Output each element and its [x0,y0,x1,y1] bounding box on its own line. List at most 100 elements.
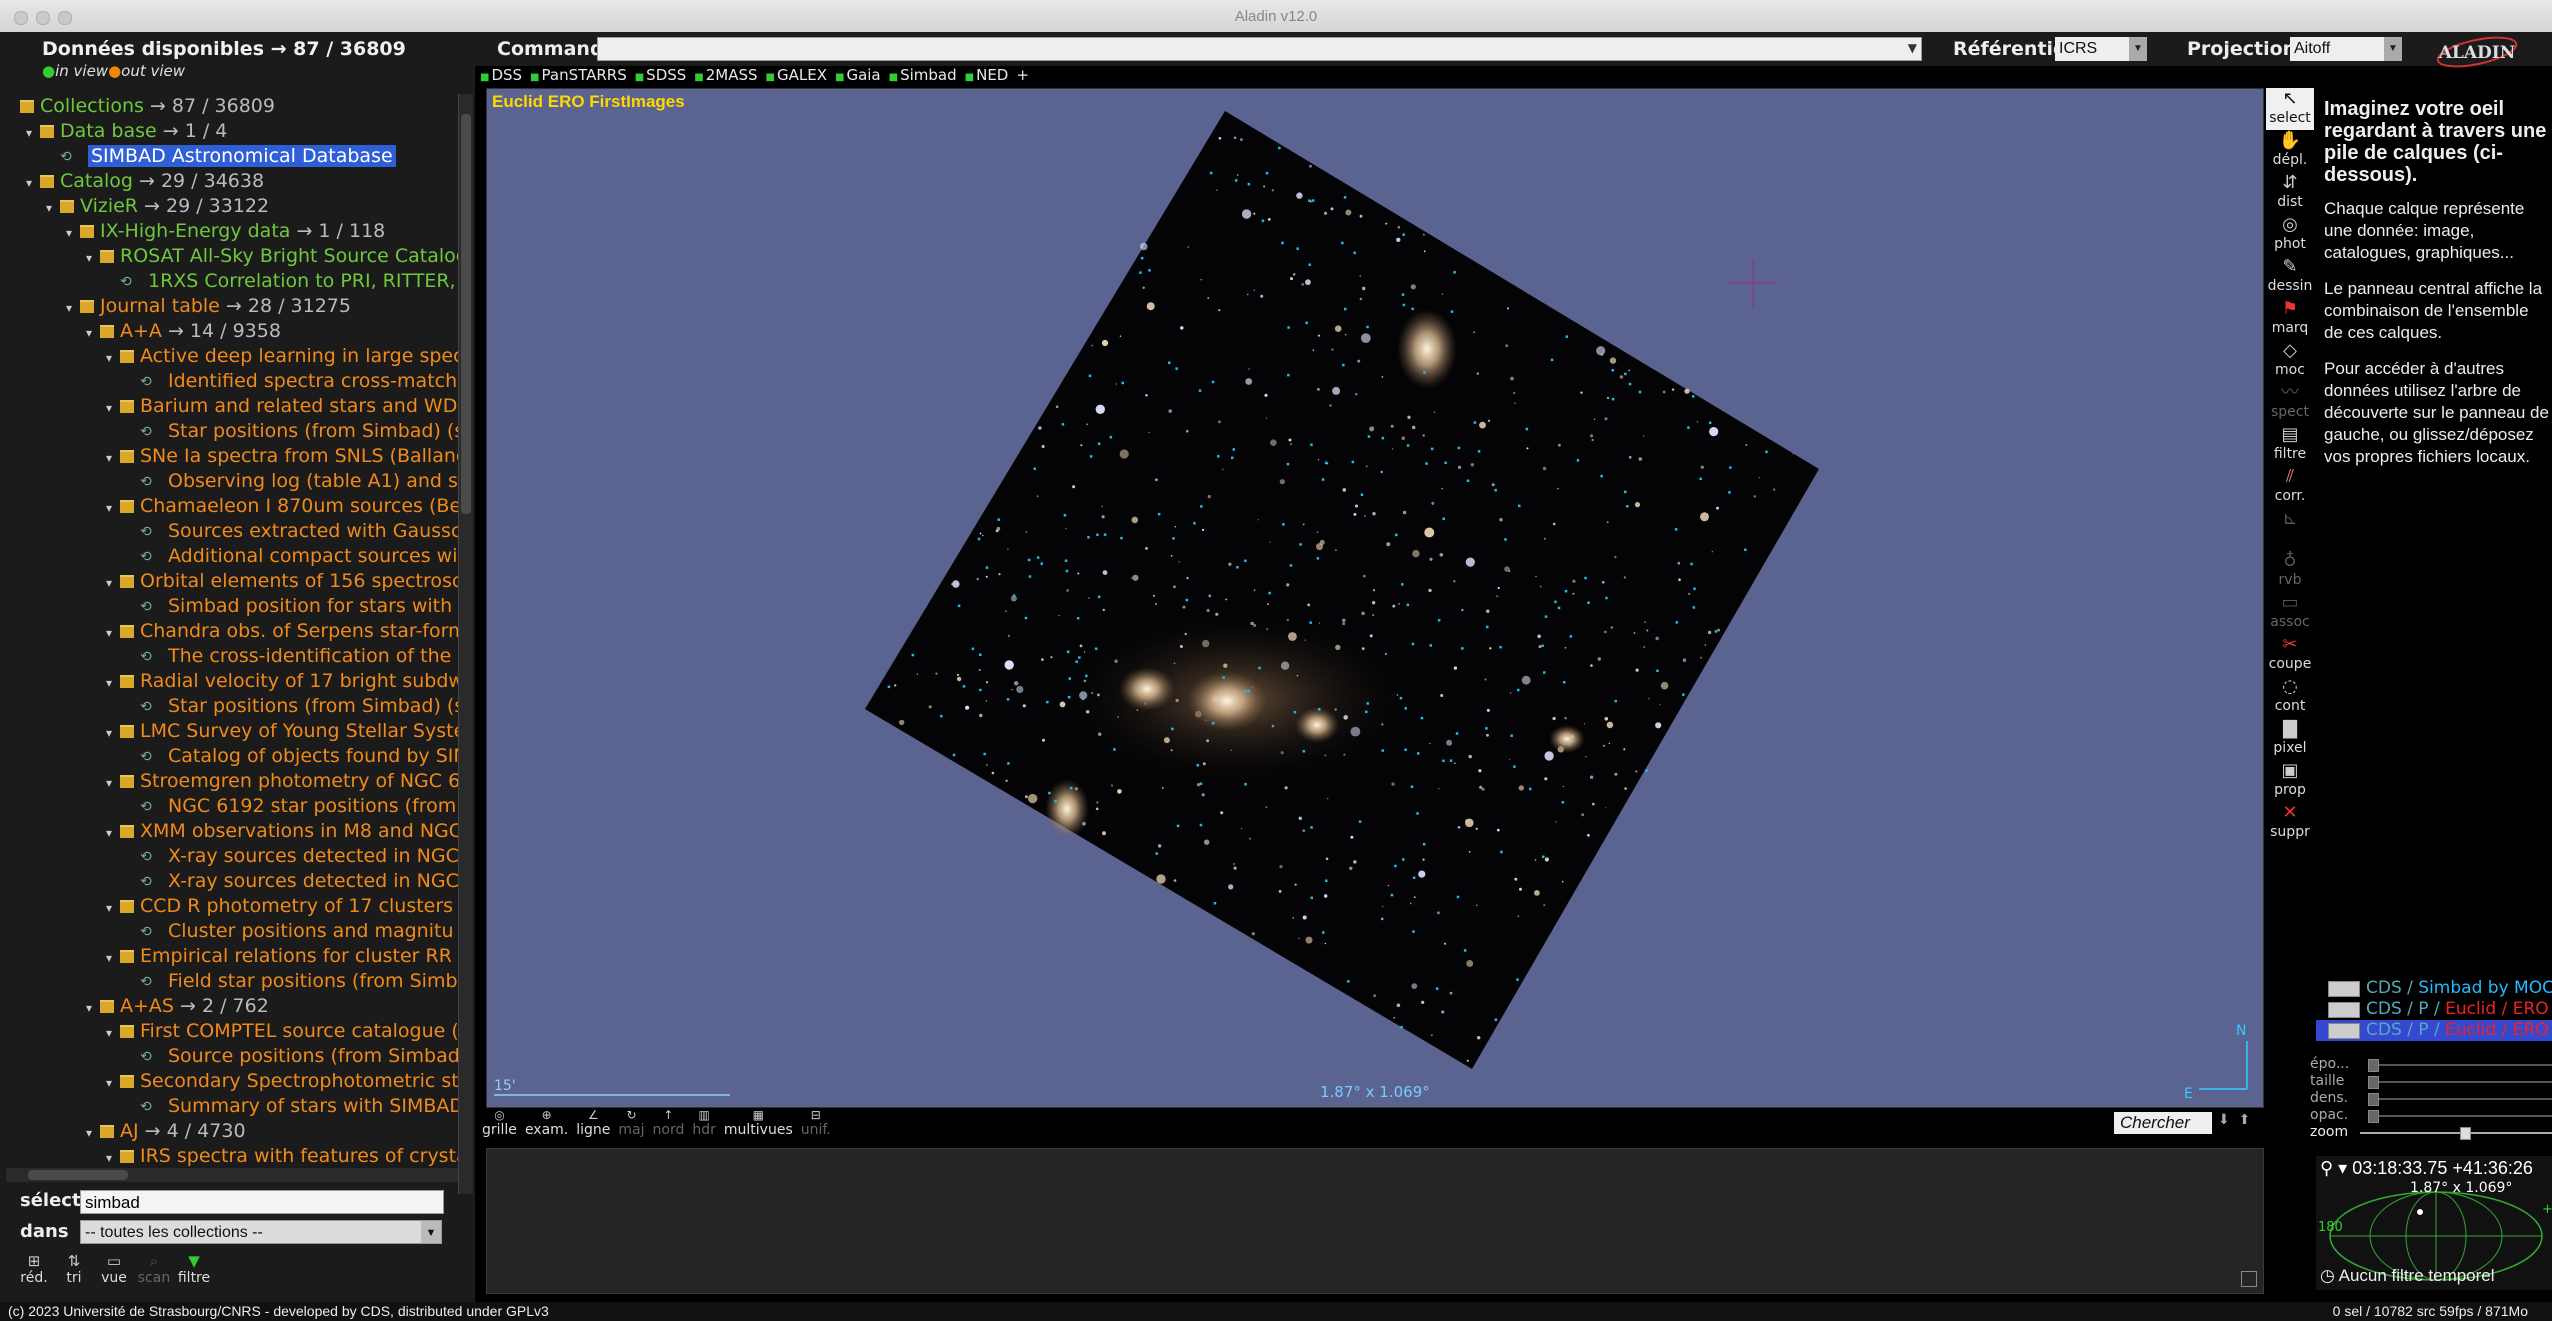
tree-horizontal-scrollbar[interactable] [6,1168,458,1182]
tree-catalog-item[interactable]: ⟲ Simbad position for stars with C [126,594,460,619]
tree-folder[interactable]: ▾ Stroemgren photometry of NGC 61 [106,769,460,794]
tree-vertical-scrollbar[interactable] [458,94,473,1194]
survey-shortcut[interactable]: ■ DSS [480,66,522,84]
tree-catalog-item[interactable]: ⟲ Star positions (from Simbad) (st [126,419,460,444]
survey-shortcut[interactable]: ■ 2MASS [694,66,757,84]
tree-folder[interactable]: ▾ Catalog → 29 / 34638 [26,169,264,194]
expand-toggle-icon[interactable]: ▾ [106,571,120,596]
expand-toggle-icon[interactable]: ▾ [86,1121,100,1146]
layer-slider[interactable]: opac. [2310,1107,2552,1124]
tool-suppr-button[interactable]: ✕ suppr [2266,802,2314,844]
search-nav-arrows[interactable]: ⬇ ⬆ [2218,1112,2250,1128]
scrollbar-thumb[interactable] [461,114,471,514]
scrollbar-thumb[interactable] [28,1170,128,1180]
tool-rvb-button[interactable]: ♁ rvb [2266,550,2314,592]
tree-folder[interactable]: ▾ IRS spectra with features of crystall [106,1144,460,1166]
slider-track[interactable] [2372,1064,2552,1066]
arrow-down-icon[interactable]: ⬇ [2218,1112,2230,1128]
slider-track[interactable] [2360,1132,2552,1134]
projection-select[interactable]: Aitoff ▼ [2290,37,2402,61]
view-tool-0[interactable]: ◎ grille [482,1108,517,1138]
survey-shortcut[interactable]: ■ Simbad [889,66,957,84]
tree-tool-3[interactable]: ⌕ scan [134,1252,174,1286]
survey-shortcut[interactable]: ■ Gaia [835,66,881,84]
view-tool-2[interactable]: ∠ ligne [576,1108,610,1138]
tree-folder[interactable]: ▾ Secondary Spectrophotometric star [106,1069,460,1094]
tree-folder[interactable]: ▾ IX-High-Energy data → 1 / 118 [66,219,385,244]
view-tool-4[interactable]: ↑ nord [653,1108,685,1138]
tree-catalog-item[interactable]: ⟲ Additional compact sources wit [126,544,460,569]
tool-spect-button[interactable]: 〰 spect [2266,382,2314,424]
collection-tree[interactable]: Collections → 87 / 36809 ▾ Data base → 1 /… [0,94,460,1166]
survey-shortcut[interactable]: ■ PanSTARRS [530,66,627,84]
tool-phot-button[interactable]: ◎ phot [2266,214,2314,256]
expand-toggle-icon[interactable]: ▾ [106,1071,120,1096]
collection-scope-select[interactable]: -- toutes les collections -- ▼ [80,1220,442,1244]
tool-unnamed-button[interactable]: ⊾ [2266,508,2314,550]
tree-folder[interactable]: ▾ SNe Ia spectra from SNLS (Balland+ [106,444,460,469]
slider-track[interactable] [2372,1098,2552,1100]
tree-catalog-item[interactable]: ⟲ Sources extracted with Gausscl [126,519,460,544]
survey-shortcut[interactable]: + [1016,66,1029,84]
tree-folder[interactable]: ▾ A+A → 14 / 9358 [86,319,281,344]
slider-knob[interactable] [2368,1076,2379,1089]
layer-item[interactable]: CDS / P / Euclid / ERO / FI [2316,1020,2552,1041]
expand-toggle-icon[interactable]: ▾ [106,396,120,421]
expand-toggle-icon[interactable]: ▾ [66,296,80,321]
tool-cont-button[interactable]: ◌ cont [2266,676,2314,718]
chevron-down-icon[interactable]: ▼ [1908,41,1917,55]
slider-track[interactable] [2372,1115,2552,1117]
tool-marq-button[interactable]: ⚑ marq [2266,298,2314,340]
expand-toggle-icon[interactable]: ▾ [86,996,100,1021]
tree-folder[interactable]: ▾ Chandra obs. of Serpens star-form [106,619,460,644]
tree-tool-2[interactable]: ▭ vue [94,1252,134,1286]
expand-toggle-icon[interactable]: ▾ [86,246,100,271]
tool-moc-button[interactable]: ◇ moc [2266,340,2314,382]
expand-toggle-icon[interactable]: ▾ [106,896,120,921]
tree-catalog-item[interactable]: ⟲ Cluster positions and magnitu [126,919,453,944]
tool-assoc-button[interactable]: ▭ assoc [2266,592,2314,634]
tree-catalog-item[interactable]: ⟲ NGC 6192 star positions (from [126,794,456,819]
tree-folder[interactable]: ▾ VizieR → 29 / 33122 [46,194,269,219]
expand-toggle-icon[interactable]: ▾ [26,171,40,196]
tree-folder[interactable]: ▾ Chamaeleon I 870um sources (Bell [106,494,460,519]
tree-tool-0[interactable]: ⊞ réd. [14,1252,54,1286]
tree-catalog-item[interactable]: ⟲ SIMBAD Astronomical Database [46,144,396,169]
expand-toggle-icon[interactable]: ▾ [106,1146,120,1166]
tool-dessin-button[interactable]: ✎ dessin [2266,256,2314,298]
sky-image[interactable] [487,89,2263,1107]
sky-view[interactable] [486,88,2264,1108]
tool-dépl.-button[interactable]: ✋ dépl. [2266,130,2314,172]
slider-knob[interactable] [2368,1059,2379,1072]
tree-catalog-item[interactable]: ⟲ Identified spectra cross-matche [126,369,460,394]
view-tool-5[interactable]: ▥ hdr [692,1108,716,1138]
tree-folder[interactable]: ▾ Empirical relations for cluster RR L [106,944,460,969]
command-input[interactable]: ▼ [597,37,1922,61]
search-input[interactable]: Chercher [2114,1112,2212,1134]
tool-dist-button[interactable]: ⇵ dist [2266,172,2314,214]
tree-tool-1[interactable]: ⇅ tri [54,1252,94,1286]
arrow-up-icon[interactable]: ⬆ [2239,1112,2251,1128]
layer-slider[interactable]: épo... [2310,1056,2552,1073]
survey-shortcut[interactable]: ■ GALEX [766,66,827,84]
cursor-coordinates[interactable]: ⚲ ▾ 03:18:33.75 +41:36:26 [2320,1158,2533,1179]
survey-shortcut[interactable]: ■ SDSS [635,66,687,84]
tree-folder[interactable]: Collections → 87 / 36809 [6,94,275,119]
zoom-slider[interactable]: zoom [2310,1124,2552,1141]
view-tool-6[interactable]: ▦ multivues [724,1108,793,1138]
tool-filtre-button[interactable]: ▤ filtre [2266,424,2314,466]
tree-folder[interactable]: ▾ CCD R photometry of 17 clusters o [106,894,460,919]
expand-toggle-icon[interactable]: ▾ [46,196,60,221]
slider-knob[interactable] [2368,1110,2379,1123]
expand-toggle-icon[interactable]: ▾ [86,321,100,346]
time-filter-status[interactable]: ◷ Aucun filtre temporel [2320,1266,2495,1286]
layer-slider[interactable]: taille [2310,1073,2552,1090]
tree-folder[interactable]: ▾ AJ → 4 / 4730 [86,1119,246,1144]
resize-corner-icon[interactable] [2241,1271,2257,1287]
tool-coupe-button[interactable]: ✂ coupe [2266,634,2314,676]
tree-folder[interactable]: ▾ Journal table → 28 / 31275 [66,294,351,319]
tree-folder[interactable]: ▾ LMC Survey of Young Stellar System [106,719,460,744]
tree-folder[interactable]: ▾ Radial velocity of 17 bright subdwa [106,669,460,694]
tool-prop-button[interactable]: ▣ prop [2266,760,2314,802]
tool-pixel-button[interactable]: ▇ pixel [2266,718,2314,760]
